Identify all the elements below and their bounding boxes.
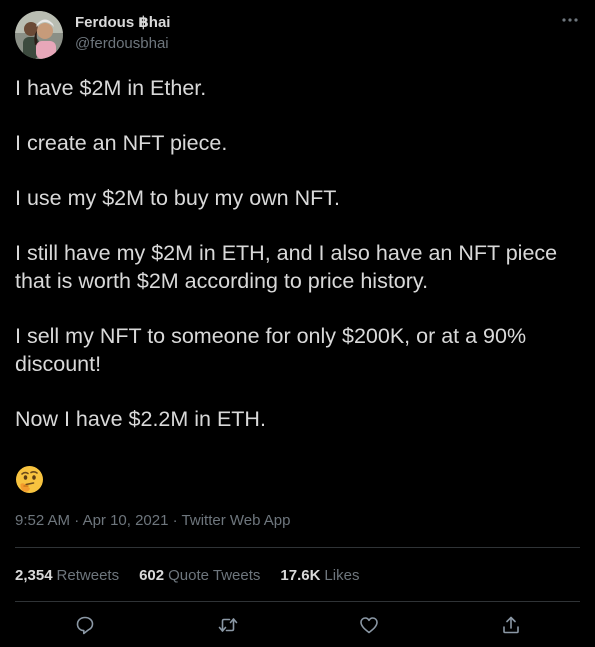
tweet-paragraph: I sell my NFT to someone for only $200K,… (15, 324, 533, 376)
retweets-label: Retweets (56, 566, 120, 584)
quote-tweets-stat[interactable]: 602 Quote Tweets (139, 567, 260, 584)
thinking-face-emoji-icon (15, 465, 44, 494)
tweet-time[interactable]: 9:52 AM (15, 512, 70, 529)
meta-separator: · (74, 512, 83, 529)
more-options-button[interactable] (559, 10, 581, 30)
like-button[interactable] (356, 612, 382, 638)
tweet-text: I have $2M in Ether. I create an NFT pie… (15, 74, 580, 460)
tweet-stats: 2,354 Retweets 602 Quote Tweets 17.6K Likes (15, 560, 379, 590)
tweet-metadata: 9:52 AM · Apr 10, 2021 · Twitter Web App (15, 512, 291, 529)
tweet-paragraph: Now I have $2.2M in ETH. (15, 407, 266, 431)
tweet-paragraph: I create an NFT piece. (15, 131, 228, 155)
avatar[interactable] (15, 11, 63, 59)
divider (15, 547, 580, 548)
quote-tweets-count: 602 (139, 566, 165, 584)
likes-label: Likes (324, 566, 360, 584)
likes-count: 17.6K (280, 566, 321, 584)
author-display-name[interactable]: Ferdous ฿hai (75, 13, 170, 31)
like-icon (360, 617, 378, 634)
author-handle[interactable]: @ferdousbhai (75, 35, 169, 52)
tweet-paragraph: I still have my $2M in ETH, and I also h… (15, 241, 564, 293)
retweets-stat[interactable]: 2,354 Retweets (15, 567, 119, 584)
divider (15, 601, 580, 602)
share-icon (503, 616, 519, 634)
tweet-source[interactable]: Twitter Web App (182, 512, 291, 529)
avatar-photo-icon (15, 11, 63, 59)
retweet-icon (218, 618, 238, 632)
tweet-date[interactable]: Apr 10, 2021 (83, 512, 169, 529)
reply-button[interactable] (72, 612, 98, 638)
meta-separator: · (172, 512, 182, 529)
retweet-button[interactable] (215, 612, 241, 638)
tweet-paragraph: I have $2M in Ether. (15, 76, 207, 100)
share-button[interactable] (498, 612, 524, 638)
more-icon (562, 18, 578, 22)
reply-icon (76, 616, 94, 635)
likes-stat[interactable]: 17.6K Likes (280, 567, 359, 584)
tweet-card: Ferdous ฿hai @ferdousbhai I have $2M in … (0, 0, 595, 647)
action-bar (15, 608, 580, 642)
quote-tweets-label: Quote Tweets (168, 566, 261, 584)
tweet-paragraph: I use my $2M to buy my own NFT. (15, 186, 340, 210)
retweets-count: 2,354 (15, 566, 53, 584)
